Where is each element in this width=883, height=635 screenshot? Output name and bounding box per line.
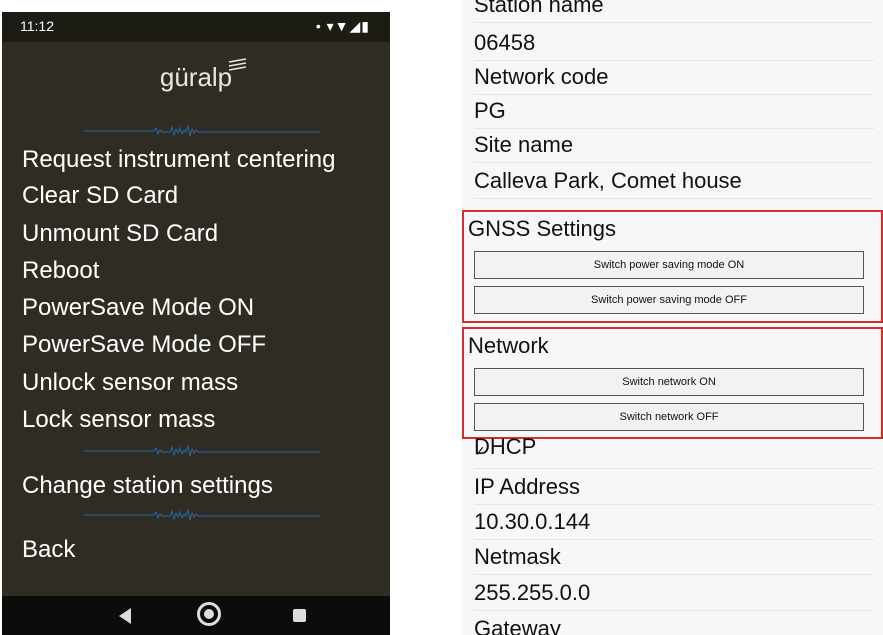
android-nav-bar <box>2 596 390 635</box>
network-code-label: Network code <box>474 60 874 95</box>
logo-mark-icon <box>229 58 247 71</box>
menu-item-clear-sd-card[interactable]: Clear SD Card <box>22 182 178 210</box>
nav-recent-apps-icon[interactable] <box>293 609 306 622</box>
network-on-button[interactable]: Switch network ON <box>474 368 864 396</box>
gateway-label: Gateway <box>474 612 874 635</box>
ip-address-label: IP Address <box>474 470 874 505</box>
dhcp-checkbox[interactable]: ✓ DHCP <box>474 434 874 469</box>
menu-item-request-centering[interactable]: Request instrument centering <box>22 146 336 174</box>
gnss-power-saving-off-button[interactable]: Switch power saving mode OFF <box>474 286 864 314</box>
ip-address-field[interactable]: 10.30.0.144 <box>474 505 874 540</box>
station-settings-panel: Station name 06458 Network code PG Site … <box>462 0 883 635</box>
network-code-field[interactable]: PG <box>474 94 874 129</box>
site-name-field[interactable]: Calleva Park, Comet house <box>474 164 874 199</box>
seismic-wave-divider-icon <box>84 508 320 521</box>
menu-item-powersave-off[interactable]: PowerSave Mode OFF <box>22 331 266 359</box>
network-title: Network <box>468 333 549 358</box>
menu-item-lock-sensor-mass[interactable]: Lock sensor mass <box>22 406 215 434</box>
menu-item-change-station-settings[interactable]: Change station settings <box>22 472 273 500</box>
status-bar: 11:12 • ▾▼◢▮ <box>2 12 390 42</box>
nav-back-icon[interactable] <box>119 608 131 624</box>
seismic-wave-divider-icon <box>84 124 320 137</box>
menu-item-reboot[interactable]: Reboot <box>22 257 99 285</box>
netmask-field[interactable]: 255.255.0.0 <box>474 576 874 611</box>
gnss-settings-section: GNSS Settings Switch power saving mode O… <box>462 210 883 323</box>
status-time: 11:12 <box>20 18 54 34</box>
nav-home-icon[interactable] <box>197 602 221 626</box>
netmask-label: Netmask <box>474 540 874 575</box>
network-section: Network Switch network ON Switch network… <box>462 327 883 439</box>
site-name-label: Site name <box>474 128 874 163</box>
station-name-field[interactable]: 06458 <box>474 26 874 61</box>
menu-item-back[interactable]: Back <box>22 536 75 564</box>
gnss-settings-title: GNSS Settings <box>468 216 616 241</box>
status-icons: • ▾▼◢▮ <box>315 18 370 34</box>
phone-screen: 11:12 • ▾▼◢▮ güralp Request instrument c… <box>2 12 390 635</box>
menu-item-unmount-sd-card[interactable]: Unmount SD Card <box>22 220 218 248</box>
network-off-button[interactable]: Switch network OFF <box>474 403 864 431</box>
gnss-power-saving-on-button[interactable]: Switch power saving mode ON <box>474 251 864 279</box>
seismic-wave-divider-icon <box>84 444 320 457</box>
guralp-logo: güralp <box>2 58 390 93</box>
menu-item-unlock-sensor-mass[interactable]: Unlock sensor mass <box>22 369 238 397</box>
station-name-label: Station name <box>474 0 874 23</box>
menu-item-powersave-on[interactable]: PowerSave Mode ON <box>22 294 254 322</box>
logo-text: güralp <box>159 62 233 92</box>
